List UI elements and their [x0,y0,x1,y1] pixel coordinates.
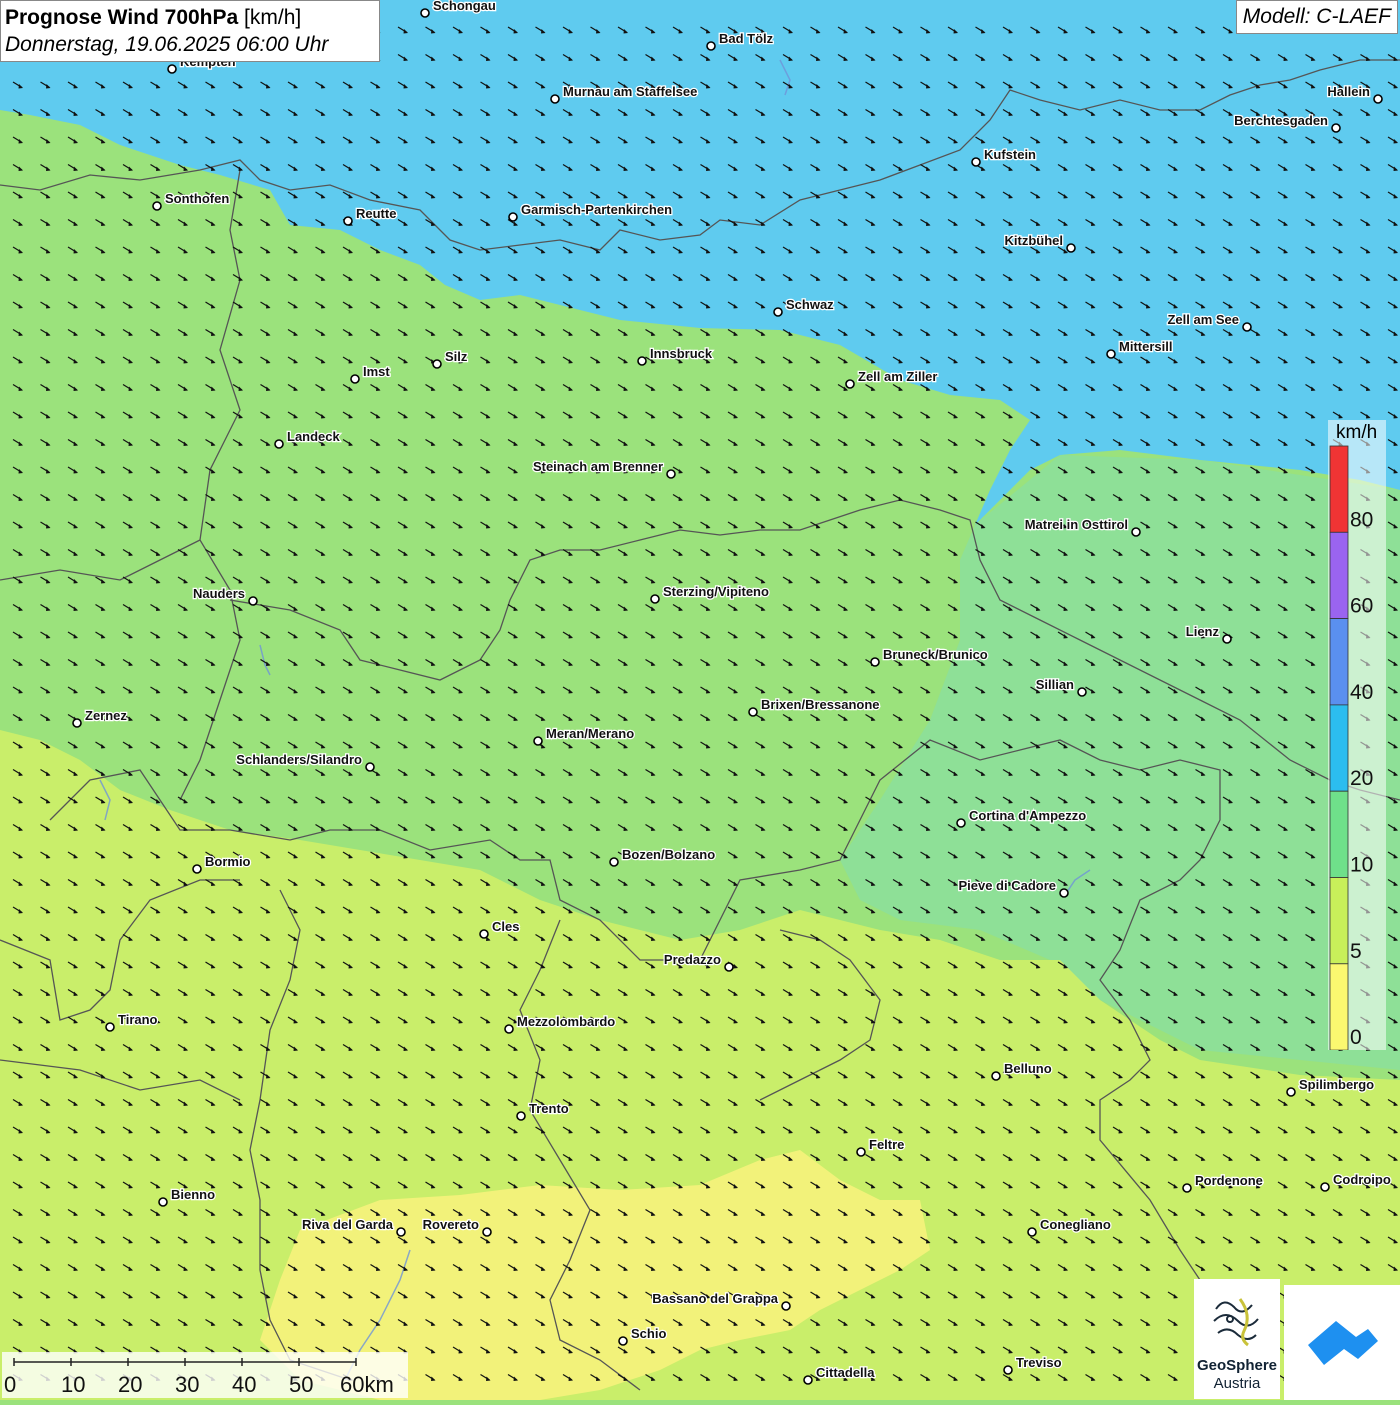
wind-map[interactable]: SchongauBad TölzKemptenMurnau am Staffel… [0,0,1400,1400]
